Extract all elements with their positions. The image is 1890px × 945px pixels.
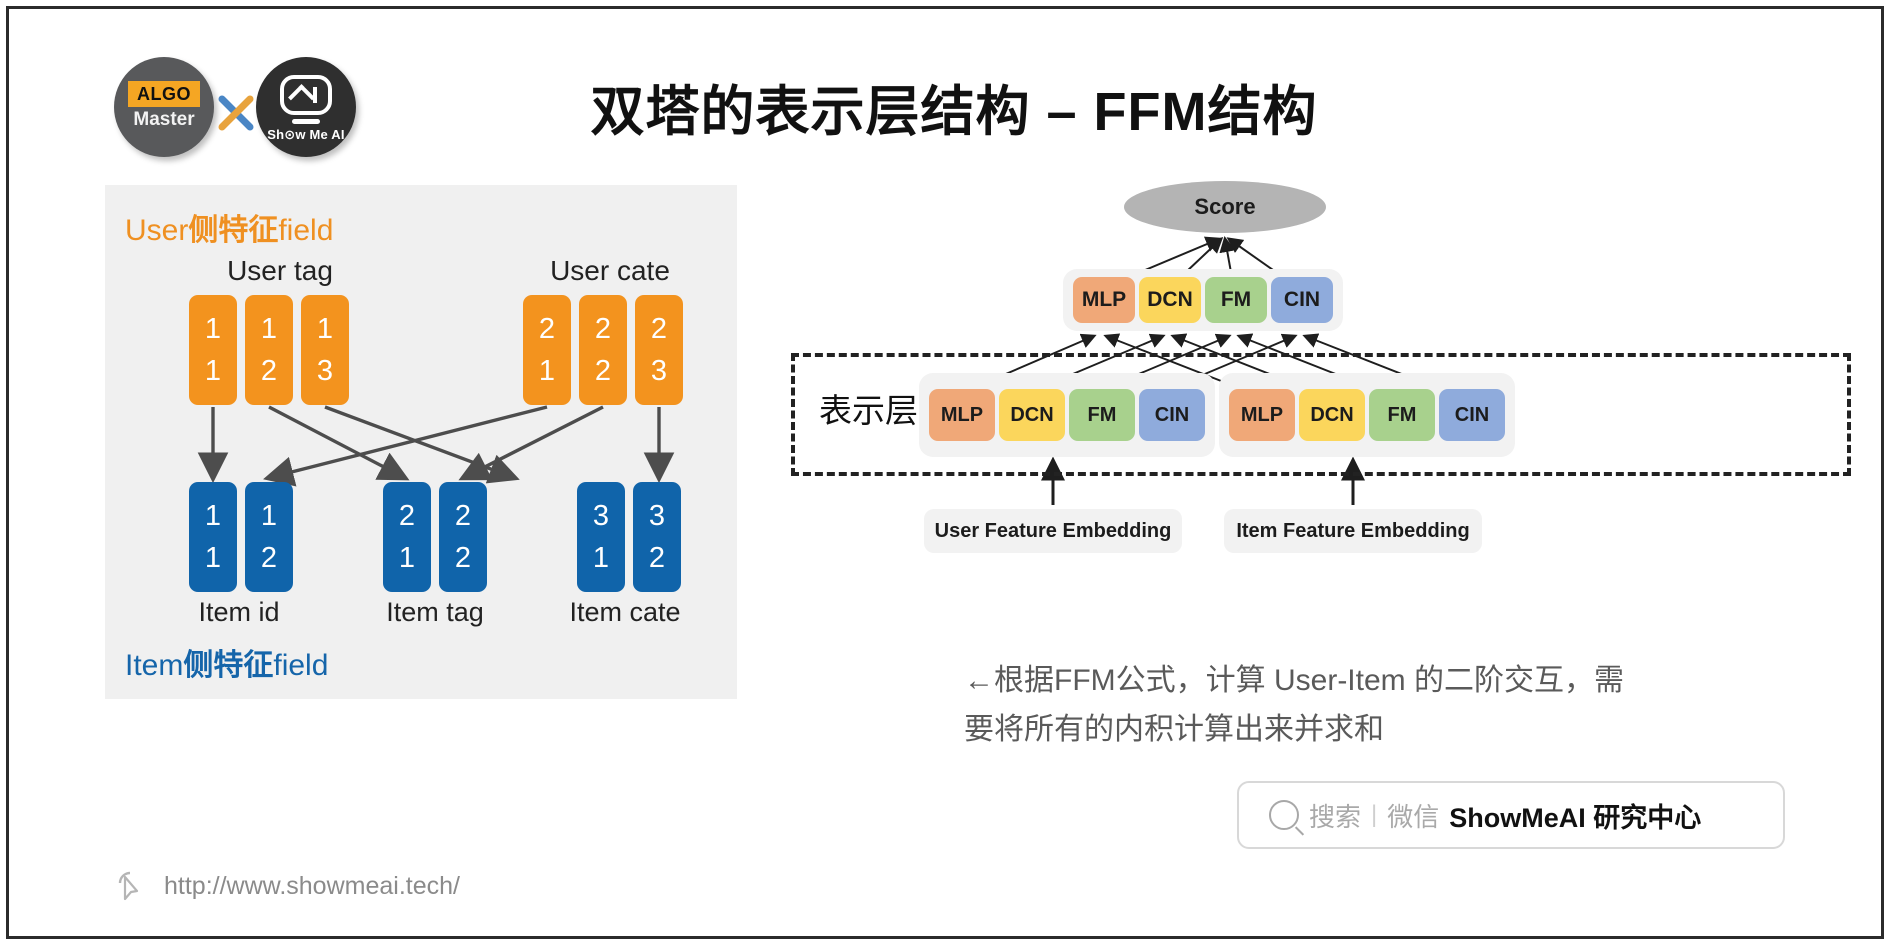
wechat-search-bar[interactable]: 搜索 | 微信 ShowMeAI 研究中心 <box>1237 781 1785 849</box>
sub-label-item-id: Item id <box>198 597 280 627</box>
right-diagram-panel: Score MLP DCN FM CIN 表示层 MLP DCN FM CIN … <box>769 169 1859 729</box>
module-dcn-item: DCN <box>1299 389 1365 441</box>
footer: http://www.showmeai.tech/ <box>114 869 460 903</box>
search-channel: 微信 <box>1387 801 1440 832</box>
user-module-row: MLP DCN FM CIN <box>919 373 1215 457</box>
cell-item-tag-1: 21 <box>383 482 431 592</box>
cell-item-cate-1: 31 <box>577 482 625 592</box>
footer-url: http://www.showmeai.tech/ <box>164 871 460 900</box>
slide-frame: ALGO Master Sh⊙w Me AI 双塔的表示层结构 – FFM结构 … <box>6 6 1884 939</box>
module-fm-user: FM <box>1069 389 1135 441</box>
module-mlp-user: MLP <box>929 389 995 441</box>
search-hint: 搜索 <box>1309 801 1362 832</box>
left-diagram-panel: User侧特征field User tag User cate 11 12 13… <box>105 185 737 699</box>
search-icon <box>1269 800 1299 830</box>
top-module-row: MLP DCN FM CIN <box>1063 269 1343 331</box>
sub-label-item-tag: Item tag <box>386 597 484 627</box>
module-fm-top: FM <box>1205 277 1267 323</box>
sub-label-item-cate: Item cate <box>569 597 681 627</box>
caption-line-2: 要将所有的内积计算出来并求和 <box>964 712 1384 746</box>
module-mlp-top: MLP <box>1073 277 1135 323</box>
item-field-label: Item侧特征field <box>125 649 329 682</box>
item-module-row: MLP DCN FM CIN <box>1219 373 1515 457</box>
cursor-icon <box>118 871 139 901</box>
module-cin-top: CIN <box>1271 277 1333 323</box>
module-dcn-user: DCN <box>999 389 1065 441</box>
module-fm-item: FM <box>1369 389 1435 441</box>
cell-item-id-2: 12 <box>245 482 293 592</box>
module-mlp-item: MLP <box>1229 389 1295 441</box>
cell-item-cate-2: 32 <box>633 482 681 592</box>
representation-layer-label: 表示层 <box>819 392 918 429</box>
caption-line-1: ←根据FFM公式，计算 User-Item 的二阶交互，需 <box>964 664 1624 697</box>
cell-item-id-1: 11 <box>189 482 237 592</box>
search-brand: ShowMeAI 研究中心 <box>1449 802 1702 833</box>
item-feature-embedding: Item Feature Embedding <box>1224 509 1482 553</box>
user-feature-embedding: User Feature Embedding <box>924 509 1182 553</box>
search-divider: | <box>1371 801 1378 828</box>
module-dcn-top: DCN <box>1139 277 1201 323</box>
module-cin-item: CIN <box>1439 389 1505 441</box>
page-title: 双塔的表示层结构 – FFM结构 <box>590 82 1318 142</box>
caption-text: ←根据FFM公式，计算 User-Item 的二阶交互，需 要将所有的内积计算出… <box>964 657 1844 754</box>
cell-item-tag-2: 22 <box>439 482 487 592</box>
module-cin-user: CIN <box>1139 389 1205 441</box>
